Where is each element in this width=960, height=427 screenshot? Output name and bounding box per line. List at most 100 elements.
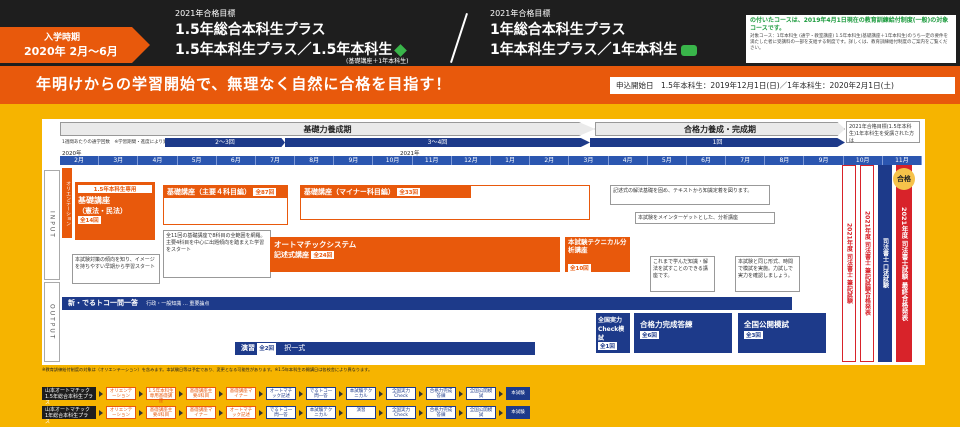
course-automatic-essay[interactable]: オートマチックシステム 記述式講座 全24回 — [270, 237, 560, 272]
month-cell: 10月 — [844, 156, 883, 165]
course-subtitle: （憲法・民法） 全14回 — [78, 207, 127, 224]
course-count: 全6回 — [640, 331, 659, 339]
arrow-icon — [139, 409, 143, 416]
left-target-label: 2021年合格目標 — [175, 9, 236, 18]
course-title: 合格力完成答練 — [640, 320, 693, 329]
arrow-icon — [299, 390, 303, 397]
flow-item: オリエンテーション — [106, 406, 136, 419]
flow-item: 合格力完成答練 — [426, 406, 456, 419]
month-cell: 1月 — [491, 156, 531, 165]
month-cell: 3月 — [569, 156, 609, 165]
course-count: 全1回 — [598, 342, 617, 350]
flow-item: 基礎講座マイナー — [226, 387, 256, 400]
arrow-icon — [339, 390, 343, 397]
arrow-icon — [179, 390, 183, 397]
month-cell: 5月 — [178, 156, 217, 165]
flow-1.5year: 山本オートマチック 1.5年総合本科生プラス オリエンテーション 1.5年本科生専用… — [42, 387, 530, 406]
month-cell: 4月 — [138, 156, 178, 165]
course-title: 新・でるトコ一問一答 — [68, 299, 138, 307]
orientation-label: オリエンテーション — [62, 168, 72, 238]
course-count: 全3回 — [744, 331, 763, 339]
arrow-icon — [299, 409, 303, 416]
course-subtitle: 行政・一般知識 … 重要論点 — [146, 301, 210, 307]
flow-item: 基礎講座主要4科目 — [186, 387, 216, 400]
month-cell: 2月 — [530, 156, 570, 165]
course-title: 演習 — [241, 344, 255, 352]
left-course-note: (基礎講座＋1年本科生) — [346, 58, 409, 65]
arrow-icon — [419, 409, 423, 416]
month-cell: 5月 — [648, 156, 687, 165]
exam-final-result: 2021年度 司法書士試験 最終合格発表 — [896, 165, 912, 362]
flow-item: オートマチック記述 — [226, 406, 256, 419]
enrollment-period-badge: 入学時期 2020年 2月〜6月 — [0, 27, 150, 63]
arrow-icon — [259, 409, 263, 416]
banner-message: 年明けからの学習開始で、無理なく自然に合格を目指す！ — [36, 75, 452, 93]
arrow-icon — [99, 409, 103, 416]
course-final-drill[interactable]: 合格力完成答練 全6回 — [634, 313, 732, 353]
course-derutoko[interactable]: 新・でるトコ一問一答 行政・一般知識 … 重要論点 — [62, 297, 792, 310]
exam-written-result: 2021年度 司法書士 筆記試験合格発表 — [860, 165, 874, 362]
flow-item: 全国公開模試 — [466, 387, 496, 400]
output-side-label: OUTPUT — [44, 282, 60, 362]
month-cell: 9月 — [804, 156, 844, 165]
flow-item: 全国実力Check — [386, 406, 416, 419]
arrow-icon — [179, 409, 183, 416]
note-practice: これまで学んだ知識・解法を試すことのできる講座です。 — [650, 256, 715, 292]
header-divider — [450, 12, 468, 64]
month-cell: 6月 — [217, 156, 256, 165]
right-target-label: 2021年合格目標 — [490, 9, 551, 18]
flow-item: 1.5年本科生専用基礎講座 — [146, 387, 176, 404]
right-course-title-1: 1年総合本科生プラス — [490, 22, 626, 38]
flow-start: 山本オートマチック 1年総合本科生プラス — [42, 406, 96, 425]
arrow-icon — [379, 390, 383, 397]
flow-item: 本試験テクニカル — [346, 387, 376, 400]
course-basic-constitution-civil[interactable]: 1.5年本科生専用 基礎講座 （憲法・民法） 全14回 — [75, 182, 155, 240]
flow-end: 本試験 — [506, 387, 530, 400]
arrow-icon — [139, 390, 143, 397]
flow-item: オートマチック記述 — [266, 387, 296, 400]
course-basic-minor[interactable]: 基礎講座（マイナー科目編） 全33回 — [300, 185, 590, 220]
note-basic-course: 全11回の基礎講座で8科目の全範囲を網羅。主要4科目を中心に出題傾向を踏まえた学… — [163, 230, 271, 278]
arrow-icon — [219, 390, 223, 397]
course-count: 全87回 — [253, 188, 277, 196]
exam-note: 2021年合格目標(1.5年本科生)1年本科生を受講された方は — [846, 121, 920, 144]
header-bar: 2021年合格目標 1.5年総合本科生プラス 1.5年本科生プラス／1.5年本科… — [0, 0, 960, 66]
flow-item: 基礎講座マイナー — [186, 406, 216, 419]
note-early-start: 本試験対策の傾向を知り、イメージを持ちやすい早期から学習スタート — [72, 254, 160, 284]
benefit-seal-icon — [681, 44, 698, 56]
arrow-icon — [419, 390, 423, 397]
badge-label: 入学時期 — [44, 33, 81, 43]
flow-item: 全国実力Check — [386, 387, 416, 400]
course-basic-main4[interactable]: 基礎講座（主要４科目編） 全87回 — [163, 185, 288, 225]
phase-advanced: 合格力養成・完成期 — [595, 122, 845, 136]
course-title: オートマチックシステム — [274, 240, 357, 249]
arrow-icon — [219, 409, 223, 416]
course-national-check[interactable]: 全国実力Check模試 全1回 — [596, 313, 630, 353]
course-subtitle: 記述式講座 全24回 — [274, 251, 335, 259]
course-title: 基礎講座（主要４科目編） 全87回 — [164, 186, 287, 198]
benefit-notice: の付いたコースは、2019年4月1日現在の教育訓練給付制度(一般)の対象コースで… — [746, 15, 956, 63]
course-count: 全33回 — [397, 188, 420, 196]
month-cell: 12月 — [452, 156, 491, 165]
course-title: 全国公開模試 — [744, 320, 789, 329]
flow-item: オリエンテーション — [106, 387, 136, 400]
arrow-icon — [459, 390, 463, 397]
arrow-icon — [499, 409, 503, 416]
month-cell: 4月 — [609, 156, 648, 165]
course-practice[interactable]: 演習 全2回 択一式 — [235, 342, 535, 356]
month-cell: 3月 — [99, 156, 139, 165]
flow-item: でるトコ一問一答 — [266, 406, 296, 419]
month-cell: 6月 — [687, 156, 727, 165]
course-count: 全2回 — [257, 343, 277, 356]
course-technical-analysis[interactable]: 本試験テクニカル分析講座 全10回 — [565, 237, 630, 272]
course-title: 全国実力Check模試 — [598, 317, 625, 342]
flow-item: 演習 — [346, 406, 376, 419]
note-essay: 記述式の解法基礎を固め、テキストから知識定着を図ります。 — [610, 185, 770, 205]
month-cell: 11月 — [413, 156, 452, 165]
count-3: 1回 — [590, 138, 845, 147]
course-public-mock[interactable]: 全国公開模試 全3回 — [738, 313, 826, 353]
month-cell: 11月 — [883, 156, 922, 165]
course-title: 本試験テクニカル分析講座 — [568, 238, 627, 254]
course-tag: 1.5年本科生専用 — [78, 185, 152, 193]
apply-start-date: 申込開始日 1.5年本科生：2019年12月1日(日)／1年本科生：2020年2… — [610, 77, 955, 94]
